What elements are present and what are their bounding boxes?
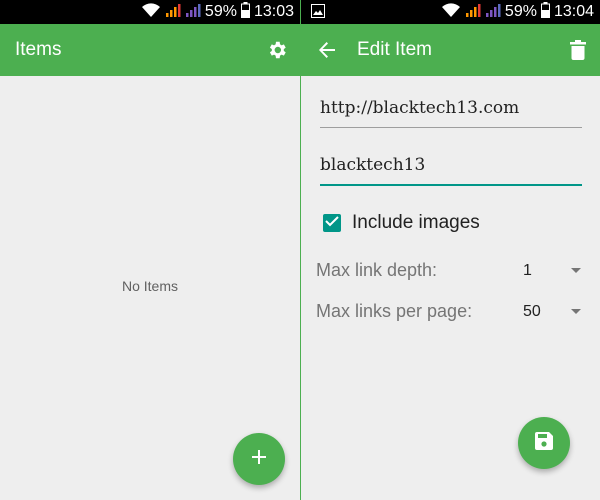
- clock: 13:04: [553, 3, 594, 20]
- signal-icon-sim2: [185, 2, 201, 23]
- clock: 13:03: [253, 3, 294, 20]
- battery-icon: [240, 1, 250, 23]
- max-link-depth-select[interactable]: 1: [523, 262, 532, 280]
- signal-icon-sim1: [465, 2, 481, 23]
- battery-icon: [540, 1, 550, 23]
- status-indicators: 59% 13:03: [141, 0, 294, 24]
- trash-icon[interactable]: [567, 24, 589, 76]
- plus-icon: [251, 449, 267, 470]
- signal-icon-sim1: [165, 2, 181, 23]
- items-screen: 59% 13:03 Items No Items: [0, 0, 300, 500]
- chevron-down-icon[interactable]: [571, 309, 581, 314]
- max-links-per-page-label: Max links per page:: [316, 301, 473, 321]
- edit-item-screen: 59% 13:04 Edit Item http://blacktech13.c…: [301, 0, 600, 500]
- battery-percent: 59%: [504, 3, 537, 20]
- arrow-left-icon[interactable]: [315, 24, 339, 76]
- status-bar: 59% 13:03: [0, 0, 300, 24]
- empty-state-text: No Items: [121, 278, 178, 294]
- url-field[interactable]: [320, 88, 582, 128]
- save-icon: [535, 431, 553, 455]
- wifi-icon: [441, 2, 461, 23]
- max-link-depth-label: Max link depth:: [316, 260, 438, 280]
- app-bar: Items: [0, 24, 300, 76]
- app-bar: Edit Item: [301, 24, 600, 76]
- include-images-checkbox[interactable]: [323, 214, 341, 232]
- page-title: Items: [15, 39, 62, 60]
- max-links-per-page-select[interactable]: 50: [523, 303, 541, 321]
- check-icon: [325, 214, 339, 232]
- image-notification-icon: [311, 4, 325, 23]
- chevron-down-icon[interactable]: [571, 268, 581, 273]
- battery-percent: 59%: [204, 3, 237, 20]
- save-button[interactable]: [518, 417, 570, 469]
- signal-icon-sim2: [485, 2, 501, 23]
- page-title: Edit Item: [357, 39, 432, 60]
- add-item-button[interactable]: [233, 433, 285, 485]
- include-images-label[interactable]: Include images: [352, 212, 480, 234]
- name-field[interactable]: [320, 145, 582, 185]
- status-bar: 59% 13:04: [301, 0, 600, 24]
- url-field-underline: [320, 127, 582, 128]
- gear-icon[interactable]: [265, 24, 289, 76]
- status-indicators: 59% 13:04: [441, 0, 594, 24]
- wifi-icon: [141, 2, 161, 23]
- name-field-underline: [320, 184, 582, 186]
